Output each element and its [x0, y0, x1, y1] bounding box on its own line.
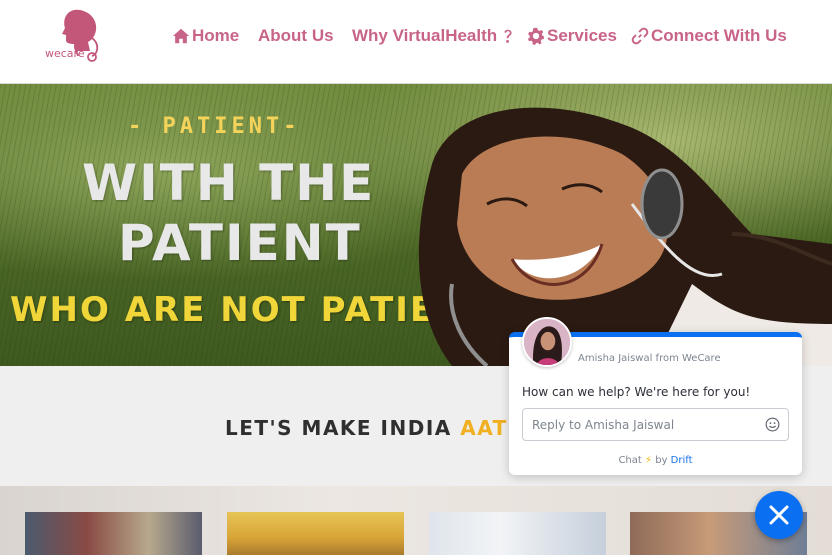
section-title-main: LET'S MAKE INDIA [225, 416, 461, 440]
card-image-street[interactable] [25, 512, 202, 555]
emoji-icon[interactable] [765, 417, 780, 432]
nav-home-label: Home [192, 26, 240, 45]
chat-footer-chat: Chat [618, 455, 642, 466]
agent-avatar [522, 317, 572, 367]
nav-why-label: Why VirtualHealth [352, 26, 498, 45]
section-title: LET'S MAKE INDIA AATMA [225, 416, 546, 440]
nav-why-link[interactable]: Why VirtualHealth [352, 26, 517, 46]
nav-connect-link[interactable]: Connect With Us [631, 26, 787, 46]
chat-message: How can we help? We're here for you! [522, 385, 751, 399]
nav-about-link[interactable]: About Us [258, 26, 334, 46]
link-icon [631, 27, 649, 45]
nav-connect-label: Connect With Us [651, 26, 787, 45]
site-header: wecare Home About Us Why VirtualHealth S… [0, 0, 832, 84]
hero-woman-with-headphones-image [418, 107, 832, 366]
nav-services-label: Services [547, 26, 617, 45]
question-icon [504, 29, 512, 43]
logo-text: wecare [45, 47, 85, 60]
drift-link[interactable]: Drift [671, 455, 693, 466]
gear-icon [527, 27, 545, 45]
nav-about-label: About Us [258, 26, 334, 45]
card-image-masked-person[interactable] [227, 512, 404, 555]
chat-footer-by: by [652, 455, 671, 466]
drift-chat-popup: Amisha Jaiswal from WeCare How can we he… [509, 317, 802, 475]
hero-line-1: - PATIENT- [128, 114, 301, 139]
nav-services-link[interactable]: Services [527, 26, 617, 46]
hero-line-2: WITH THE [82, 154, 376, 212]
chat-footer: Chat ⚡ by Drift [509, 455, 802, 466]
hero-banner: - PATIENT- WITH THE PATIENT WHO ARE NOT … [0, 84, 832, 366]
chat-reply-input[interactable] [523, 409, 755, 440]
nav-home-link[interactable]: Home [172, 26, 239, 46]
chat-reply-box [522, 408, 789, 441]
hero-line-3: PATIENT [118, 214, 362, 272]
card-image-medicine[interactable] [429, 512, 606, 555]
chat-close-button[interactable] [755, 491, 803, 539]
feature-cards-strip [0, 486, 832, 555]
lightning-icon: ⚡ [645, 455, 653, 466]
home-icon [172, 28, 190, 44]
chat-agent-name: Amisha Jaiswal from WeCare [578, 353, 721, 364]
close-icon [769, 505, 789, 525]
